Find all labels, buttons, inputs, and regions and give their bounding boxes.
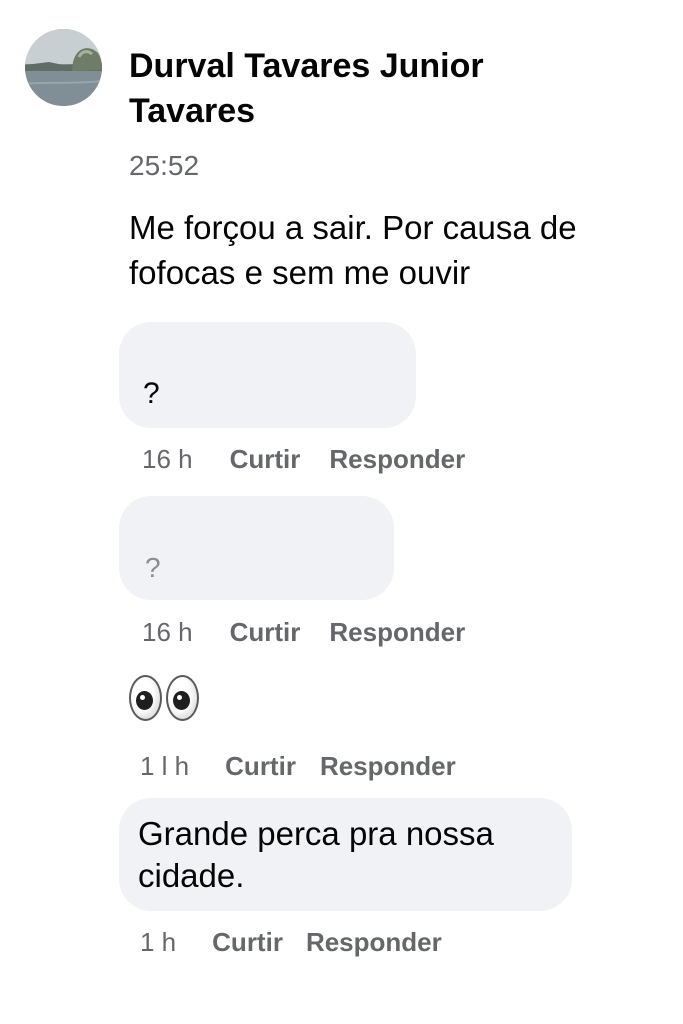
comment-time[interactable]: 1 l h	[140, 748, 189, 784]
pupil-icon	[136, 691, 153, 710]
comment-bubble[interactable]: Grande perca pra nossa cidade.	[119, 798, 572, 911]
comment-time[interactable]: 1 h	[140, 924, 176, 960]
pupil-icon	[173, 691, 190, 710]
comment-bubble[interactable]: ?	[119, 496, 394, 600]
reply-button[interactable]: Responder	[329, 441, 465, 477]
comment-actions: 16 h Curtir Responder	[142, 614, 465, 650]
reply-button[interactable]: Responder	[306, 924, 442, 960]
comment-actions: 16 h Curtir Responder	[142, 441, 465, 477]
avatar-lake-image	[25, 29, 102, 106]
reply-button[interactable]: Responder	[329, 614, 465, 650]
like-button[interactable]: Curtir	[212, 924, 283, 960]
reply-button[interactable]: Responder	[320, 748, 456, 784]
left-eye-icon	[129, 675, 162, 721]
comment-time[interactable]: 16 h	[142, 614, 193, 650]
comment-actions: 1 h Curtir Responder	[140, 924, 442, 960]
post-text: Me forçou a sair. Por causa de fofocas e…	[129, 209, 577, 291]
comment-actions: 1 l h Curtir Responder	[140, 748, 456, 784]
comment-text: ?	[143, 377, 160, 410]
right-eye-icon	[166, 675, 199, 721]
comment-bubble[interactable]: ?	[119, 322, 416, 428]
like-button[interactable]: Curtir	[230, 441, 301, 477]
post-timestamp[interactable]: 25:52	[129, 147, 199, 185]
comment-text: ?	[145, 552, 161, 583]
like-button[interactable]: Curtir	[230, 614, 301, 650]
eye-glint-icon	[140, 695, 145, 700]
avatar[interactable]	[25, 29, 102, 106]
post-author-name[interactable]: Durval Tavares Junior Tavares	[129, 44, 549, 134]
comment-text: Grande perca pra nossa cidade.	[138, 815, 494, 894]
comment-time[interactable]: 16 h	[142, 441, 193, 477]
eyes-icon	[129, 675, 199, 721]
eye-glint-icon	[177, 695, 182, 700]
like-button[interactable]: Curtir	[225, 748, 296, 784]
